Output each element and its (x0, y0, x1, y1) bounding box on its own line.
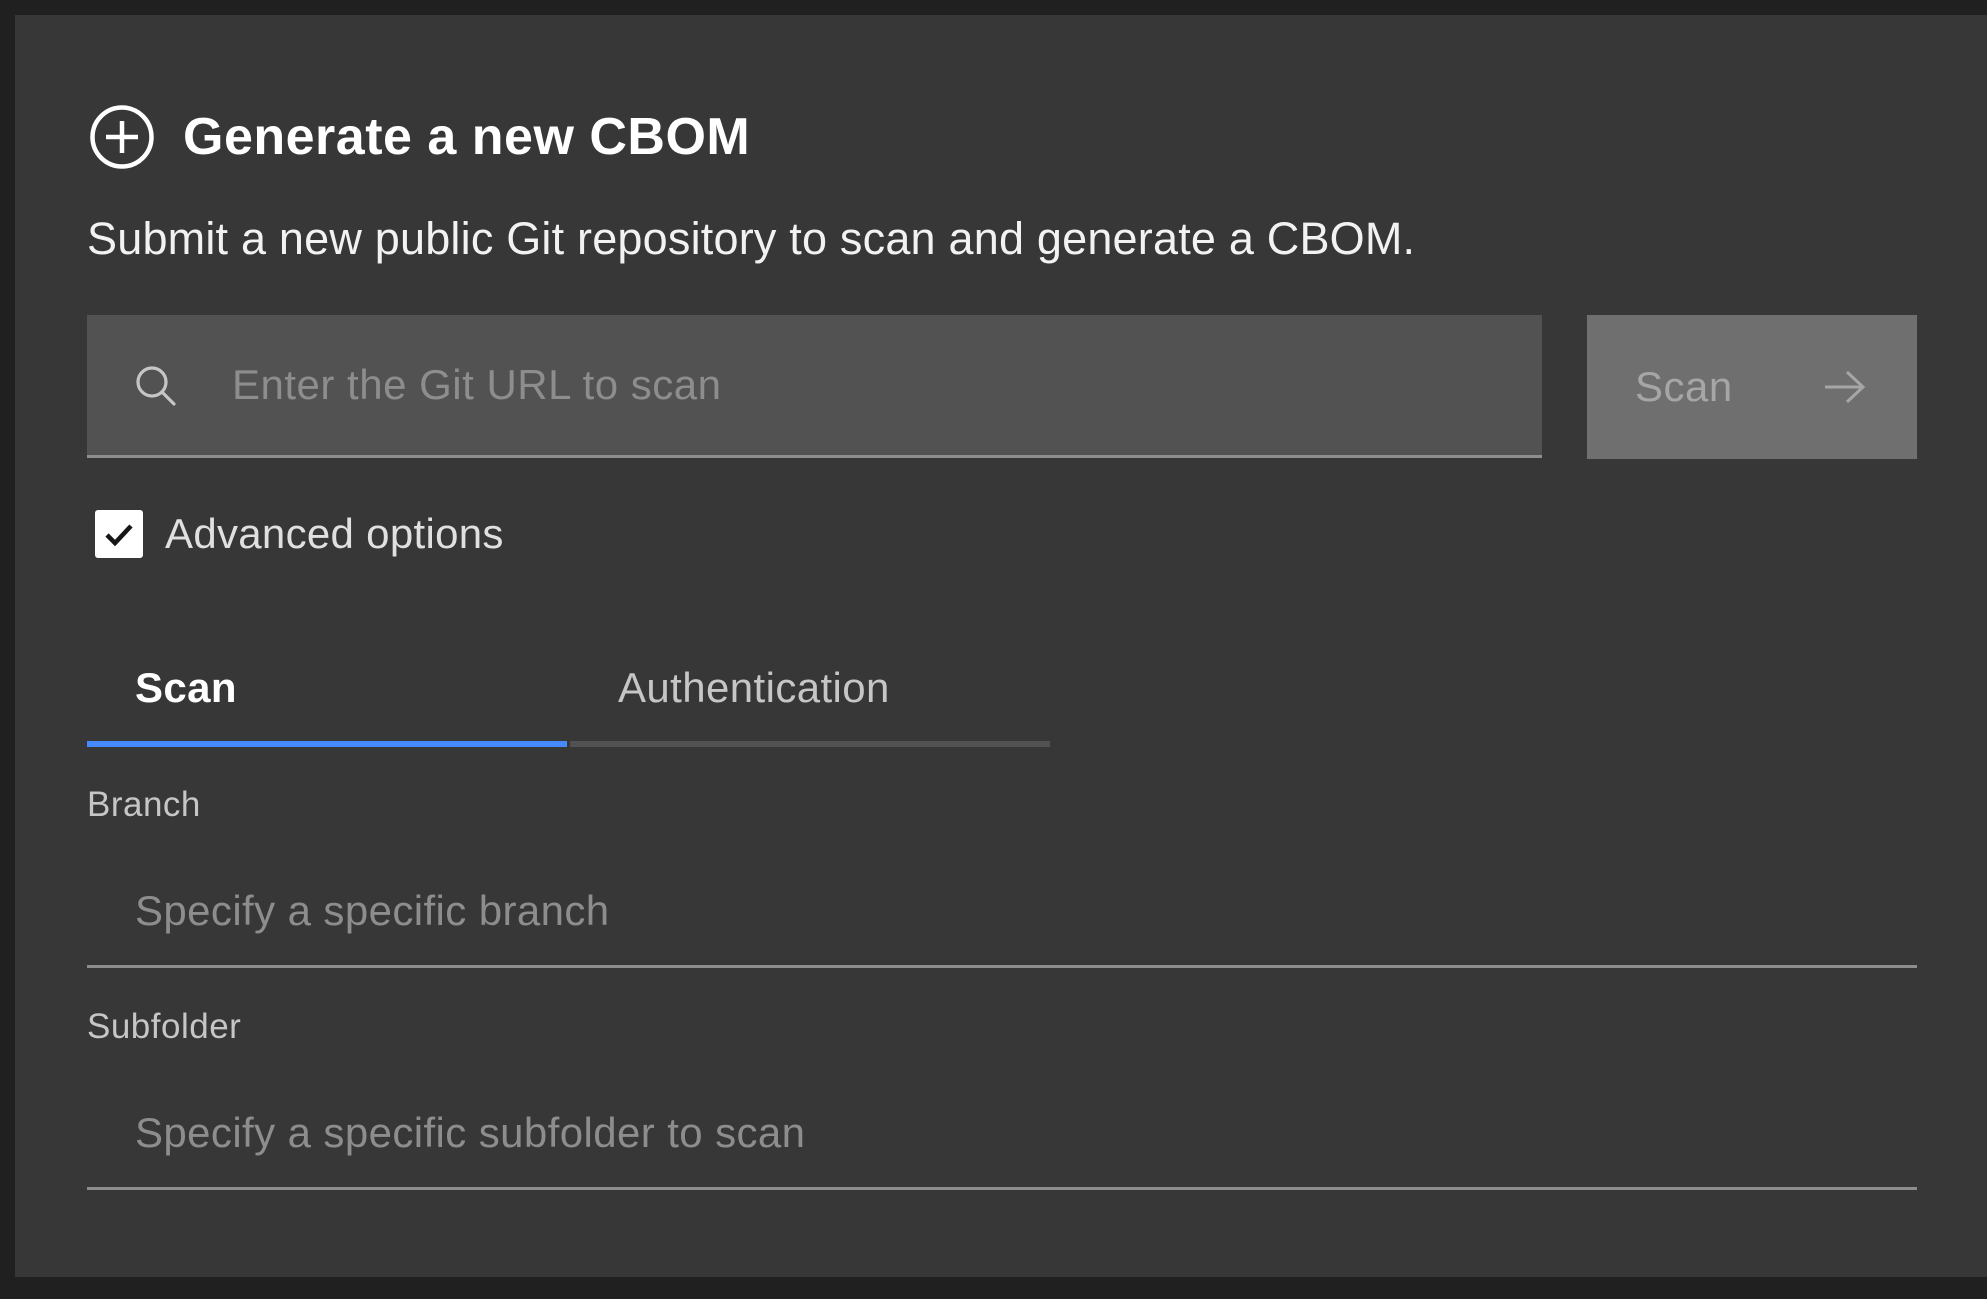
checkmark-icon (105, 524, 133, 547)
subfolder-input[interactable] (87, 1078, 1917, 1187)
generate-cbom-panel: Generate a new CBOM Submit a new public … (15, 15, 1987, 1277)
scan-button[interactable]: Scan (1587, 315, 1917, 459)
branch-input[interactable] (87, 856, 1917, 965)
tab-authentication[interactable]: Authentication (570, 635, 1050, 747)
git-url-search-field[interactable] (87, 315, 1542, 458)
advanced-options-label: Advanced options (165, 510, 504, 557)
page-title: Generate a new CBOM (183, 108, 751, 166)
advanced-options-toggle[interactable]: Advanced options (95, 499, 504, 569)
git-url-input[interactable] (232, 315, 1512, 455)
advanced-options-checkbox[interactable] (95, 510, 143, 558)
search-icon (136, 366, 176, 406)
subfolder-field[interactable] (87, 1078, 1917, 1190)
arrow-right-icon (1825, 370, 1866, 404)
scan-button-label: Scan (1635, 363, 1733, 410)
panel-header: Generate a new CBOM (89, 89, 750, 185)
branch-field[interactable] (87, 856, 1917, 968)
page-subtitle: Submit a new public Git repository to sc… (87, 213, 1416, 264)
tab-scan[interactable]: Scan (87, 635, 567, 747)
branch-label: Branch (87, 785, 201, 824)
subfolder-label: Subfolder (87, 1007, 242, 1046)
plus-circle-icon (90, 105, 154, 169)
options-tabs: Scan Authentication (87, 635, 1052, 747)
